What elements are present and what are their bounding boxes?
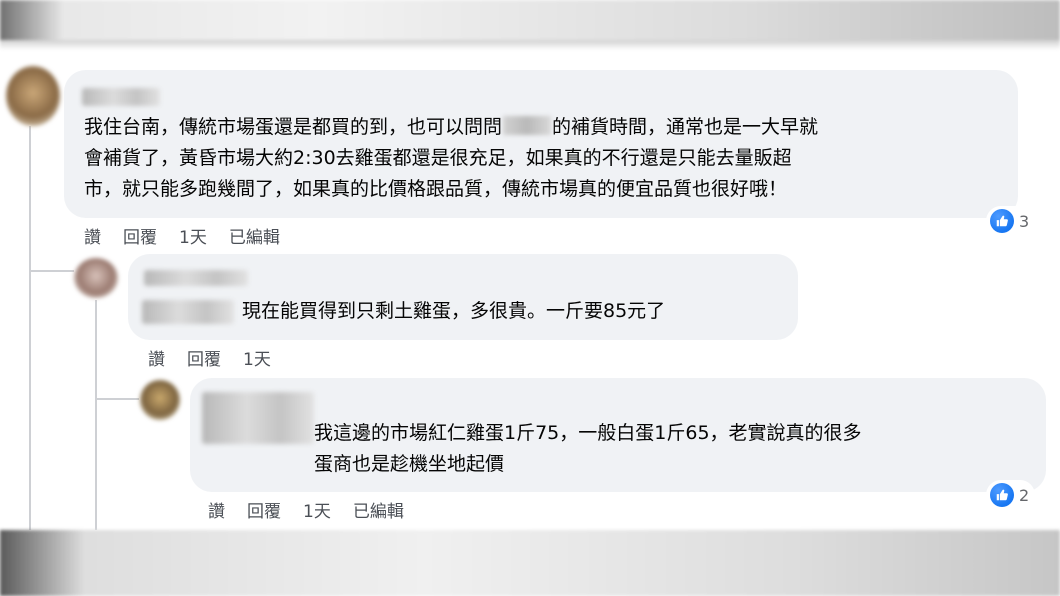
reaction-summary[interactable]: 2 [986, 480, 1036, 510]
comment-bubble: 我住台南，傳統市場蛋還是都買的到，也可以問問 的補貨時間，通常也是一大早就 會補貨… [64, 70, 1018, 218]
blurred-commenter-name[interactable] [82, 88, 160, 106]
thread-line-branch-1 [29, 270, 74, 272]
blurred-reply-name[interactable] [144, 270, 248, 286]
like-button[interactable]: 讚 [208, 502, 225, 522]
blurred-bottom-edge [0, 530, 1060, 596]
reply-bubble: 現在能買得到只剩土雞蛋，多很貴。一斤要85元了 [128, 254, 798, 340]
comment-text-part-1: 我住台南，傳統市場蛋還是都買的到，也可以問問 [84, 116, 503, 138]
blurred-mention[interactable] [142, 300, 234, 324]
thread-line-branch-2 [95, 398, 139, 400]
reply-text: 現在能買得到只剩土雞蛋，多很貴。一斤要85元了 [242, 300, 666, 322]
reply-actions: 讚 回覆 1天 已編輯 [208, 497, 426, 522]
censored-text [503, 116, 552, 135]
reaction-count: 3 [1019, 211, 1030, 231]
like-thumbs-up-icon [990, 209, 1014, 233]
like-button[interactable]: 讚 [84, 228, 101, 248]
reply-timestamp[interactable]: 1天 [243, 350, 271, 370]
reply-bubble: 我這邊的市場紅仁雞蛋1斤75，一般白蛋1斤65，老實說真的很多 蛋商也是趁機坐地… [190, 378, 1046, 492]
reply-avatar[interactable] [140, 380, 180, 420]
commenter-avatar[interactable] [6, 66, 60, 126]
reply-button[interactable]: 回覆 [247, 502, 281, 522]
comment-text: 我住台南，傳統市場蛋還是都買的到，也可以問問 的補貨時間，通常也是一大早就 會補貨… [84, 112, 1014, 205]
comment-actions: 讚 回覆 1天 已編輯 [84, 223, 302, 248]
like-thumbs-up-icon [990, 483, 1014, 507]
reply-timestamp[interactable]: 1天 [303, 502, 331, 522]
reply-button[interactable]: 回覆 [187, 350, 221, 370]
reply-text: 我這邊的市場紅仁雞蛋1斤75，一般白蛋1斤65，老實說真的很多 蛋商也是趁機坐地… [314, 422, 862, 475]
comment-timestamp[interactable]: 1天 [179, 228, 207, 248]
edited-label[interactable]: 已編輯 [353, 502, 404, 522]
thread-line-reply [95, 300, 97, 530]
edited-label[interactable]: 已編輯 [229, 228, 280, 248]
reply-actions: 讚 回覆 1天 [148, 345, 293, 370]
reaction-count: 2 [1019, 485, 1030, 505]
reply-avatar[interactable] [74, 258, 118, 298]
reaction-summary[interactable]: 3 [986, 206, 1036, 236]
like-button[interactable]: 讚 [148, 350, 165, 370]
blurred-reply-name[interactable] [202, 392, 314, 444]
blurred-top-edge [0, 0, 1060, 50]
thread-line-main [29, 126, 31, 530]
reply-button[interactable]: 回覆 [123, 228, 157, 248]
